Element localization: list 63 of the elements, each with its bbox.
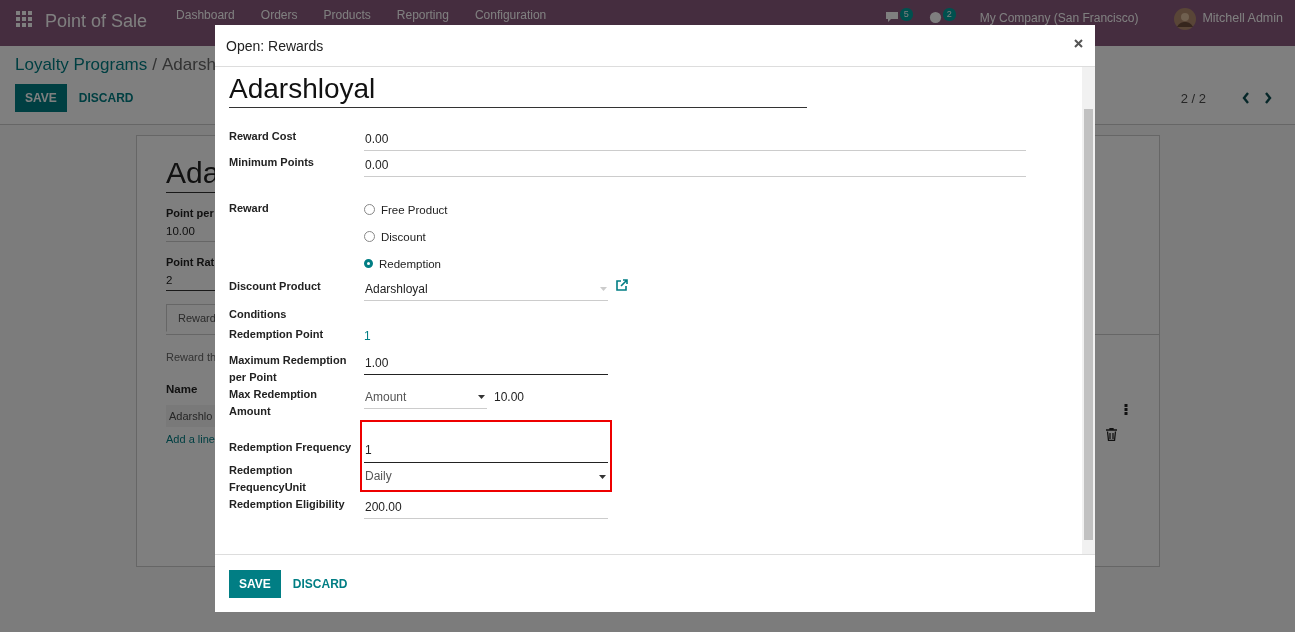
field-label: Redemption Eligibility <box>229 497 346 512</box>
field-label: Minimum Points <box>229 155 315 170</box>
column-header: Name <box>166 383 198 395</box>
discard-button[interactable]: DISCARD <box>282 569 358 598</box>
table-cell[interactable]: Adarshlo <box>169 410 213 422</box>
radio-option[interactable]: Free Product <box>364 201 448 218</box>
input-field[interactable]: 1 <box>364 436 608 463</box>
menu-item[interactable]: Products <box>323 8 371 23</box>
menu-item[interactable]: Orders <box>260 8 298 23</box>
external-link-icon[interactable] <box>616 279 628 291</box>
field-value: 1 <box>364 328 371 343</box>
field-label: Redemption Frequency <box>229 440 353 455</box>
field-label: Point per <box>166 207 214 219</box>
name-field[interactable]: Adarshloyal <box>229 73 807 108</box>
user-name[interactable]: Mitchell Admin <box>1202 11 1283 25</box>
section-label: Conditions <box>229 307 288 322</box>
field-label: Reward Cost <box>229 129 298 144</box>
app-title: Point of Sale <box>45 11 148 32</box>
notification-badge: 5 <box>899 8 913 21</box>
field-label: Max Redemption Amount <box>229 387 318 419</box>
add-line-link[interactable]: Add a line <box>166 433 215 445</box>
discard-button[interactable]: DISCARD <box>68 84 144 112</box>
product-select[interactable]: Adarshloyal <box>364 278 608 301</box>
radio-option[interactable]: Redemption <box>364 255 448 272</box>
breadcrumb-link[interactable]: Loyalty Programs <box>15 55 148 74</box>
input-field[interactable]: 200.00 <box>364 496 608 519</box>
close-icon[interactable] <box>1074 39 1083 48</box>
save-button[interactable]: SAVE <box>15 84 67 112</box>
avatar-icon[interactable] <box>1174 8 1197 30</box>
field-label: Redemption FrequencyUnit <box>229 463 307 495</box>
chat-icon[interactable] <box>884 11 899 23</box>
radio-option[interactable]: Discount <box>364 228 448 245</box>
field-label: Point Rat <box>166 256 215 268</box>
company-switcher[interactable]: My Company (San Francisco) <box>979 11 1139 25</box>
input-field[interactable]: 1.00 <box>364 352 608 375</box>
caret-icon[interactable] <box>478 395 485 399</box>
dialog-title: Open: Rewards <box>226 37 325 54</box>
menu-item[interactable]: Dashboard <box>176 8 235 23</box>
scrollbar[interactable] <box>1082 67 1095 554</box>
field-label: Maximum Redemption per Point <box>229 353 348 385</box>
frequency-select[interactable]: Daily <box>364 463 608 488</box>
notification-badge: 2 <box>942 8 956 21</box>
menu-item[interactable]: Configuration <box>474 8 547 23</box>
field-label: Reward <box>229 201 270 216</box>
caret-icon[interactable] <box>599 475 606 479</box>
trash-icon[interactable] <box>1106 428 1117 441</box>
field-label: Discount Product <box>229 279 322 294</box>
input-field[interactable]: 0.00 <box>364 128 1026 151</box>
tab[interactable]: Reward <box>166 304 218 332</box>
type-select[interactable]: Amount <box>364 386 487 409</box>
previous-icon[interactable] <box>1242 92 1250 104</box>
field-label: Redemption Point <box>229 327 325 342</box>
menu-item[interactable]: Reporting <box>396 8 449 23</box>
input-field[interactable]: 0.00 <box>364 154 1026 177</box>
apps-grid-icon[interactable] <box>16 11 32 27</box>
save-button[interactable]: SAVE <box>229 569 281 598</box>
next-icon[interactable] <box>1264 92 1272 104</box>
input-field[interactable]: 10.00 <box>489 386 610 409</box>
help-text: Reward th <box>166 351 217 363</box>
pager-counter: 2 / 2 <box>1180 90 1206 106</box>
breadcrumb-current: Adarsh <box>162 55 216 74</box>
more-options-icon[interactable] <box>1124 404 1128 415</box>
breadcrumb-separator: / <box>152 55 157 74</box>
